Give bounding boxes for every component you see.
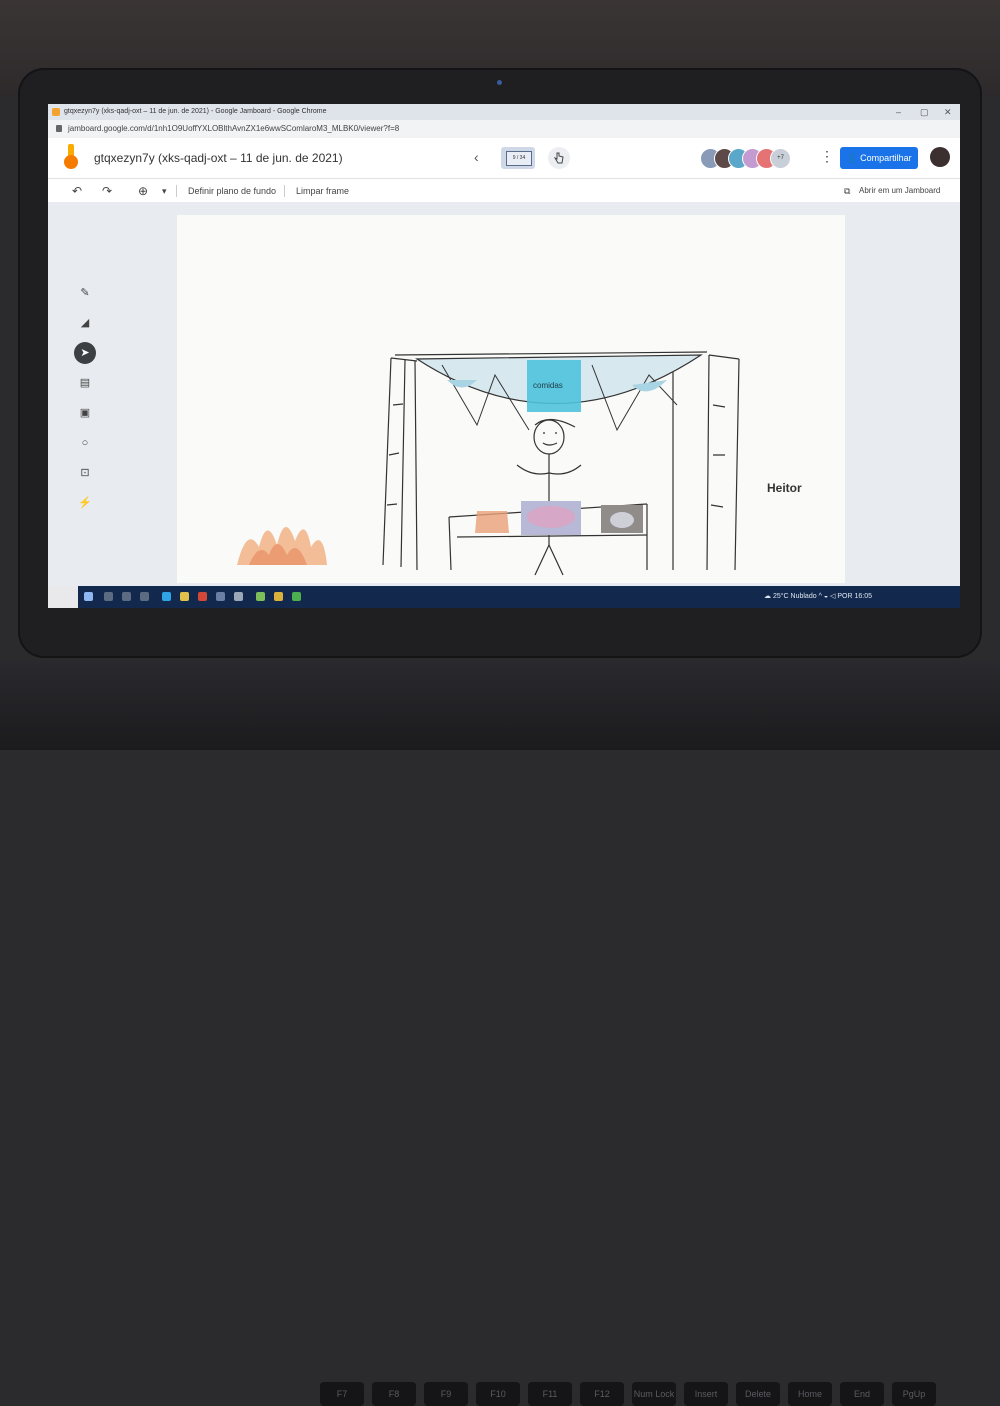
- clock-text[interactable]: 16:05: [854, 593, 872, 600]
- jamboard-logo-icon: [64, 144, 78, 169]
- image-icon[interactable]: ▣: [74, 402, 96, 424]
- fire-drawing: [237, 526, 327, 565]
- more-avatars-badge[interactable]: +7: [770, 148, 791, 169]
- set-background-button[interactable]: Definir plano de fundo: [188, 179, 276, 203]
- windows-taskbar: ☁ 25°C Nublado ^ ◒ ◁ POR 16:05: [78, 586, 960, 608]
- open-in-jamboard-icon: ⧉: [844, 186, 851, 196]
- key: Home: [788, 1382, 832, 1406]
- key: F11: [528, 1382, 572, 1406]
- webcam: [497, 80, 502, 85]
- jamboard-header: gtqxezyn7y (xks-qadj-oxt – 11 de jun. de…: [48, 138, 960, 178]
- document-title[interactable]: gtqxezyn7y (xks-qadj-oxt – 11 de jun. de…: [94, 151, 343, 165]
- store-icon[interactable]: [216, 592, 225, 601]
- circle-shape-icon[interactable]: ○: [74, 432, 96, 454]
- text-box-icon[interactable]: ⊡: [74, 462, 96, 484]
- drawing: [237, 351, 740, 576]
- share-button[interactable]: 👤 Compartilhar: [840, 147, 918, 169]
- key: F8: [372, 1382, 416, 1406]
- hand-pointer-icon: [554, 152, 564, 164]
- laptop-screen: gtqxezyn7y (xks-qadj-oxt – 11 de jun. de…: [48, 104, 960, 608]
- divider: [176, 185, 177, 197]
- lock-icon: [56, 125, 62, 132]
- key: PgUp: [892, 1382, 936, 1406]
- widgets-icon[interactable]: [140, 592, 149, 601]
- more-options-icon[interactable]: ⋮: [820, 148, 834, 165]
- windows-start-icon[interactable]: [84, 592, 93, 601]
- select-arrow-icon[interactable]: ➤: [74, 342, 96, 364]
- chevron-down-icon[interactable]: ▾: [162, 179, 167, 203]
- eraser-icon[interactable]: ◢: [74, 312, 96, 334]
- open-in-jamboard-button[interactable]: Abrir em um Jamboard: [859, 179, 940, 203]
- laser-pointer-button[interactable]: [548, 147, 570, 169]
- volume-icon[interactable]: ◁: [830, 593, 835, 600]
- network-icon[interactable]: ◒: [824, 593, 828, 600]
- right-pillar-drawing: [672, 354, 740, 571]
- laptop-keyboard: F7 F8 F9 F10 F11 F12 Num Lock Insert Del…: [0, 660, 1000, 1406]
- system-tray: ☁ 25°C Nublado ^ ◒ ◁ POR 16:05: [764, 586, 872, 608]
- key: F9: [424, 1382, 468, 1406]
- left-pillar-drawing: [382, 357, 418, 571]
- close-button[interactable]: ✕: [944, 104, 952, 120]
- minimize-button[interactable]: –: [896, 104, 901, 120]
- search-icon[interactable]: [104, 592, 113, 601]
- jamboard-toolbar: ↶ ↷ ⊕ ▾ Definir plano de fundo Limpar fr…: [48, 178, 960, 203]
- url-text[interactable]: jamboard.google.com/d/1nh1O9UoffYXLOBlth…: [68, 120, 399, 138]
- key: Num Lock: [632, 1382, 676, 1406]
- zoom-icon[interactable]: ⊕: [138, 179, 148, 203]
- clear-frame-button[interactable]: Limpar frame: [296, 179, 349, 203]
- share-label: Compartilhar: [860, 153, 912, 163]
- language-indicator[interactable]: POR: [837, 593, 852, 600]
- weather-text[interactable]: 25°C Nublado: [773, 593, 817, 600]
- food-images: [475, 501, 643, 535]
- pen-icon[interactable]: ✎: [74, 282, 96, 304]
- key: Delete: [736, 1382, 780, 1406]
- tray-chevron-icon[interactable]: ^: [819, 593, 822, 600]
- app-icon[interactable]: [292, 592, 301, 601]
- key: F12: [580, 1382, 624, 1406]
- key: F10: [476, 1382, 520, 1406]
- jamboard-favicon-icon: [52, 108, 60, 116]
- task-view-icon[interactable]: [122, 592, 131, 601]
- laser-icon[interactable]: ⚡: [74, 492, 96, 514]
- cloud-icon: ☁: [764, 593, 771, 600]
- app-icon[interactable]: [274, 592, 283, 601]
- previous-frame-button[interactable]: ‹: [474, 149, 479, 165]
- redo-icon[interactable]: ↷: [102, 179, 112, 203]
- window-title: gtqxezyn7y (xks-qadj-oxt – 11 de jun. de…: [64, 108, 327, 115]
- name-text[interactable]: Heitor: [767, 481, 802, 495]
- share-person-icon: 👤: [846, 153, 858, 163]
- maximize-button[interactable]: ▢: [920, 104, 929, 120]
- account-avatar[interactable]: [930, 147, 950, 167]
- app-icon[interactable]: [256, 592, 265, 601]
- undo-icon[interactable]: ↶: [72, 179, 82, 203]
- key: Insert: [684, 1382, 728, 1406]
- frame-bar-button[interactable]: 9 / 34: [501, 147, 535, 169]
- mail-icon[interactable]: [234, 592, 243, 601]
- address-bar[interactable]: jamboard.google.com/d/1nh1O9UoffYXLOBlth…: [48, 120, 960, 138]
- key: End: [840, 1382, 884, 1406]
- edge-icon[interactable]: [162, 592, 171, 601]
- explorer-icon[interactable]: [180, 592, 189, 601]
- sticky-note-icon[interactable]: ▤: [74, 372, 96, 394]
- key: F7: [320, 1382, 364, 1406]
- stick-figure-drawing: [516, 418, 582, 576]
- sticky-note-text: comidas: [533, 381, 563, 390]
- frame-indicator: 9 / 34: [506, 151, 532, 166]
- divider: [284, 185, 285, 197]
- chrome-titlebar: gtqxezyn7y (xks-qadj-oxt – 11 de jun. de…: [48, 104, 960, 120]
- jam-canvas[interactable]: comidas Heitor: [177, 215, 845, 583]
- chrome-icon[interactable]: [198, 592, 207, 601]
- top-beam-drawing: [394, 351, 708, 356]
